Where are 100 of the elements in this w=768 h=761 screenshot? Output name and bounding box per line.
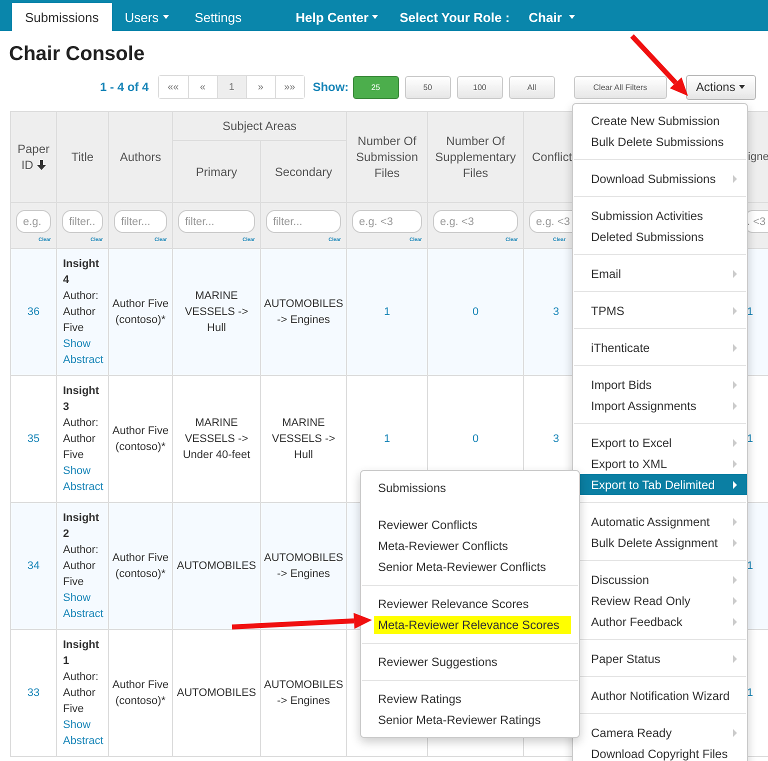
column-header[interactable]: Paper ID [10,112,56,202]
show-label: Show: [312,80,349,94]
author-line: Author: Author Five [63,543,100,590]
table-cell: AUTOMOBILES -> Engines [264,298,344,326]
table-cell: AUTOMOBILES -> Engines [264,552,344,580]
actions-button[interactable]: Actions [686,74,756,100]
menu-item[interactable]: Download Copyright Files [573,743,747,761]
count-link[interactable]: 1 [747,687,754,699]
menu-item[interactable]: Import Assignments [573,395,747,416]
role-menu[interactable]: Chair [518,3,586,31]
submenu-arrow-icon [733,344,737,352]
table-cell: Author Five (contoso)* [112,679,169,707]
table-cell: MARINE VESSELS -> Under 40-feet [182,417,250,461]
filter-field[interactable]: e.g. <3 [433,210,518,233]
menu-item[interactable]: Reviewer Relevance Scores [361,594,579,615]
table-cell: AUTOMOBILES [176,687,256,699]
menu-item[interactable]: TPMS [573,300,747,321]
filter-field[interactable]: filter... [266,210,342,233]
menu-item[interactable]: Reviewer Suggestions [361,652,579,673]
sort-down-icon [36,160,46,170]
column-header[interactable]: Secondary [260,140,347,202]
show-abstract-link[interactable]: Show Abstract [63,590,102,622]
caret-icon [739,85,746,89]
show-abstract-link[interactable]: Show Abstract [63,336,102,368]
count-link[interactable]: 3 [552,306,560,318]
menu-item[interactable]: Export to Excel [573,432,747,453]
paper-title: Insight 4 [63,257,100,288]
paper-id-link[interactable]: 36 [27,306,40,318]
count-link[interactable]: 3 [552,433,560,445]
nav-tab[interactable]: Submissions [12,3,112,31]
table-cell: MARINE VESSELS -> Hull [272,417,336,461]
submenu-arrow-icon [733,270,737,278]
caret-icon [568,15,575,19]
submenu-arrow-icon [733,438,737,446]
pager-button[interactable]: »» [274,76,304,98]
menu-item[interactable]: Import Bids [573,374,747,395]
filter-field[interactable]: filter... [178,210,255,233]
count-link[interactable]: 0 [472,433,479,445]
count-link[interactable]: 1 [747,306,754,318]
help-menu[interactable]: Help Center [284,3,389,31]
paper-id-link[interactable]: 33 [27,687,40,699]
clear-filters-button[interactable]: Clear All Filters [574,76,667,98]
menu-item[interactable]: Review Ratings [361,689,579,710]
page-range: 1 - 4 of 4 [100,80,149,94]
author-line: Author: Author Five [63,670,100,717]
table-cell: AUTOMOBILES -> Engines [264,679,344,707]
paper-id-link[interactable]: 35 [27,433,40,445]
table-cell: AUTOMOBILES [176,560,256,572]
filter-field[interactable]: e.g. [16,210,51,233]
submenu-arrow-icon [733,380,737,388]
filter-field[interactable]: filter... [62,210,103,233]
table-cell: Author Five (contoso)* [112,425,169,453]
column-header[interactable]: Primary [172,140,260,202]
filter-field[interactable]: e.g. <3 [352,210,422,233]
submenu-arrow-icon [733,174,737,182]
count-link[interactable]: 1 [384,306,390,318]
column-header[interactable]: Number Of Submission Files [346,112,428,202]
submenu-arrow-icon [733,654,737,662]
menu-item[interactable]: Export to XML [573,453,747,474]
paper-id-link[interactable]: 34 [27,560,40,572]
paper-title: Insight 3 [63,384,100,415]
submenu-arrow-icon [733,576,737,584]
show-abstract-link[interactable]: Show Abstract [63,463,102,495]
count-link[interactable]: 1 [384,433,390,445]
submenu-arrow-icon [733,538,737,546]
submenu-arrow-icon [733,480,737,488]
author-line: Author: Author Five [63,416,100,463]
nav-tab[interactable]: Users [112,3,182,31]
menu-item[interactable]: iThenticate [573,337,747,358]
submenu-arrow-icon [733,402,737,410]
column-header[interactable]: Number Of Supplementary Files [428,112,524,202]
table-cell: MARINE VESSELS -> Hull [184,290,248,334]
count-link[interactable]: 0 [472,306,479,318]
page-size-button[interactable]: All [508,76,555,98]
menu-item[interactable]: Reviewer Conflicts [361,515,579,536]
submenu-arrow-icon [733,306,737,314]
count-link[interactable]: 1 [747,433,754,445]
page-size-button[interactable]: 100 [456,76,503,98]
page-title: Chair Console [9,43,145,66]
menu-item[interactable]: Meta-Reviewer Conflicts [361,536,579,557]
menu-item[interactable]: Email [573,263,747,284]
paper-title: Insight 1 [63,638,100,669]
filter-field[interactable]: filter... [114,210,167,233]
column-header[interactable]: Title [56,112,108,202]
caret-icon [162,15,169,19]
menu-item[interactable]: Senior Meta-Reviewer Ratings [361,710,579,731]
column-header[interactable]: igne [748,151,768,163]
show-abstract-link[interactable]: Show Abstract [63,717,102,749]
column-header[interactable]: Authors [108,112,172,202]
pager-button[interactable]: 1 [216,76,246,98]
nav-tab[interactable]: Settings [182,3,255,31]
menu-item[interactable]: Senior Meta-Reviewer Conflicts [361,557,579,578]
table-cell: Author Five (contoso)* [112,552,169,580]
page-size-button[interactable]: 50 [404,76,451,98]
author-line: Author: Author Five [63,289,100,336]
submenu-arrow-icon [733,596,737,604]
submenu-arrow-icon [733,518,737,526]
count-link[interactable]: 1 [747,560,754,572]
role-label: Select Your Role : [398,8,511,26]
table-cell: Author Five (contoso)* [112,298,169,326]
